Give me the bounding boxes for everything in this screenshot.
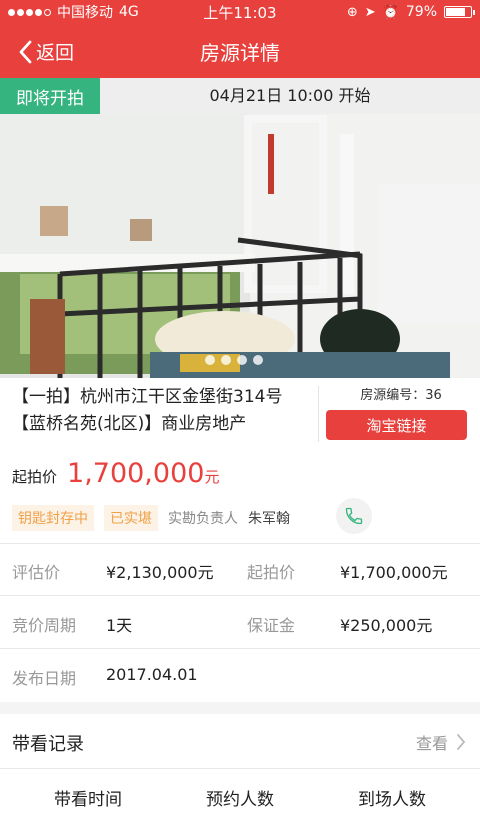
chevron-right-icon [457,734,466,750]
auction-banner: 即将开拍 04月21日 10:00 开始 [0,78,480,114]
column-header-booked-count: 预约人数 [206,790,274,810]
view-records-link[interactable]: 查看 [416,730,466,754]
column-header-attended-count: 到场人数 [358,790,426,810]
detail-start-price-label: 起拍价 [247,563,296,582]
start-price-unit: 元 [204,468,220,486]
start-price-label: 起拍价 [12,468,58,486]
status-bar: 中国移动 4G 上午11:03 ⊕ ➤ ⏰ 79% [0,0,480,24]
property-title: 【一拍】杭州市江干区金堡街314号【蓝桥名苑(北区)】商业房地产 [12,387,283,434]
publish-date-value: 2017.04.01 [106,665,198,684]
battery-level [446,8,465,16]
status-bar-left: 中国移动 4G [8,2,178,22]
property-photo-image [0,114,480,378]
chevron-left-icon [19,40,32,63]
property-id: 房源编号：36 [360,388,442,403]
viewing-records-title: 带看记录 [12,734,84,755]
deposit-value: ¥250,000元 [340,616,433,635]
detail-row-prices: 评估价 ¥2,130,000元 起拍价 ¥1,700,000元 [0,543,480,595]
inspected-badge: 已实堪 [104,505,158,531]
status-time: 上午11:03 [203,3,277,22]
status-tags: 钥匙封存中 已实堪 实勘负责人 朱军翰 [12,505,290,531]
divider [0,768,480,769]
header: 中国移动 4G 上午11:03 ⊕ ➤ ⏰ 79% 返回 房源详情 [0,0,480,78]
inspector-label: 实勘负责人 [168,511,238,527]
start-price-value: 1,700,000 [67,458,205,489]
back-label: 返回 [36,42,75,64]
detail-start-price-value: ¥1,700,000元 [340,563,448,582]
vertical-divider [318,386,319,442]
appraisal-value: ¥2,130,000元 [106,563,214,582]
appraisal-label: 评估价 [12,563,61,582]
view-link-label: 查看 [415,734,448,753]
lock-rotation-icon: ⊕ [346,4,358,20]
status-bar-right: ⊕ ➤ ⏰ 79% [302,4,475,20]
phone-icon [345,507,363,525]
carrier-name: 中国移动 [57,5,113,21]
column-header-viewing-time: 带看时间 [54,790,122,810]
status-tag: 即将开拍 [0,78,100,114]
auction-start-time: 04月21日 10:00 开始 [209,86,371,105]
signal-icon [8,8,51,16]
deposit-label: 保证金 [247,616,296,635]
back-button[interactable]: 返回 [18,38,74,65]
nav-bar: 返回 房源详情 [0,26,480,76]
start-price-row: 起拍价 1,700,000 元 [12,458,219,489]
network-type: 4G [119,4,139,20]
property-photo[interactable] [0,114,480,378]
taobao-link-button[interactable]: 淘宝链接 [326,410,467,440]
property-title-area: 【一拍】杭州市江干区金堡街314号【蓝桥名苑(北区)】商业房地产 房源编号：36… [0,378,480,448]
location-icon: ➤ [364,4,376,20]
bid-period-label: 竞价周期 [12,616,77,635]
battery-percent: 79% [405,4,437,20]
publish-date-label: 发布日期 [12,669,77,688]
call-button[interactable] [336,498,372,534]
inspector-name: 朱军翰 [248,511,290,527]
viewing-records-row[interactable]: 带看记录 查看 [0,714,480,768]
bid-period-value: 1天 [106,616,133,635]
key-sealed-badge: 钥匙封存中 [12,505,94,531]
detail-row-date: 发布日期 2017.04.01 [0,649,480,701]
detail-row-terms: 竞价周期 1天 保证金 ¥250,000元 [0,596,480,648]
alarm-icon: ⏰ [382,4,399,20]
battery-icon [444,6,475,18]
section-gap [0,702,480,714]
viewing-table-header: 带看时间 预约人数 到场人数 [0,785,480,815]
